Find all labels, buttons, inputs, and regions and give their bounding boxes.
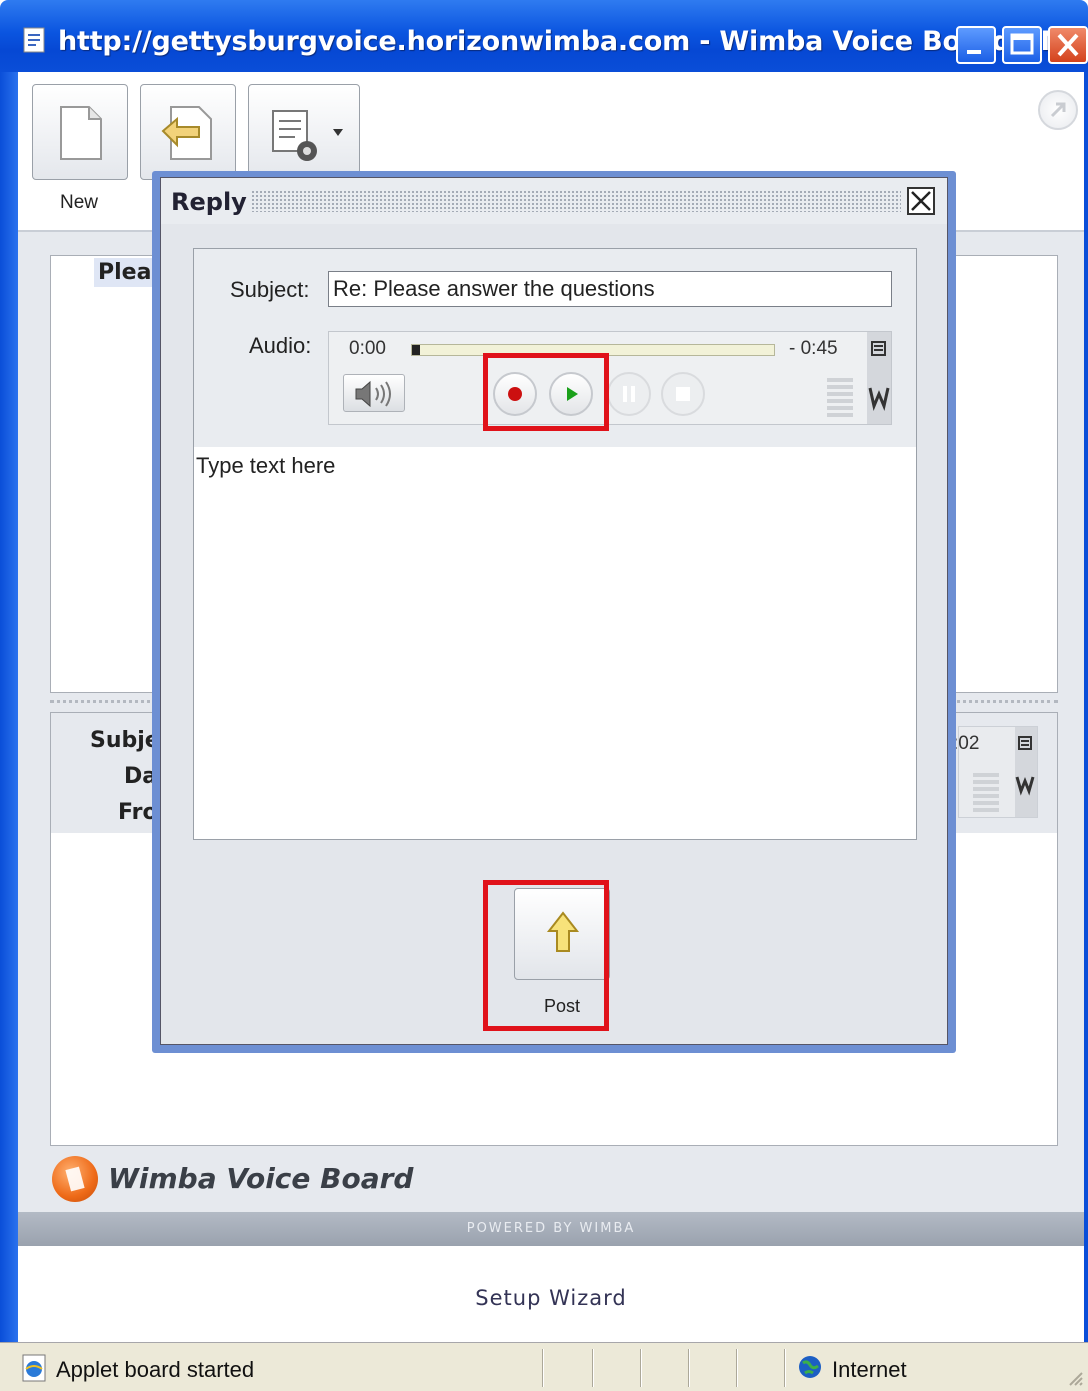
- setup-wizard-link[interactable]: Setup Wizard: [18, 1286, 1084, 1310]
- speaker-icon: [355, 380, 391, 408]
- reply-dialog-titlebar[interactable]: Reply: [161, 178, 947, 224]
- page-icon: [23, 27, 45, 53]
- volume-button[interactable]: [343, 374, 405, 412]
- stop-icon: [676, 387, 690, 401]
- highlight-post: [483, 880, 609, 1031]
- wimba-logo-icon: [52, 1156, 98, 1202]
- message-text-placeholder: Type text here: [196, 453, 336, 478]
- minimize-icon: [967, 50, 981, 54]
- highlight-record-play: [483, 353, 609, 431]
- status-separator: [640, 1349, 642, 1387]
- subject-label: Subject:: [230, 277, 310, 302]
- reply-form: Subject: Re: Please answer the questions…: [193, 248, 917, 840]
- audio-time-remaining: - 0:45: [789, 338, 838, 359]
- detail-level-meter: [973, 773, 999, 813]
- new-button-label: New: [60, 192, 99, 213]
- detail-subject-label: Subje: [90, 728, 160, 753]
- pause-button[interactable]: [607, 372, 651, 416]
- reply-button[interactable]: [140, 84, 236, 180]
- reply-icon: [161, 106, 212, 160]
- status-message: Applet board started: [56, 1357, 255, 1382]
- audio-level-meter: [827, 378, 853, 418]
- window-titlebar: http://gettysburgvoice.horizonwimba.com …: [0, 0, 1088, 72]
- wimba-w-icon: [868, 387, 890, 411]
- message-text-area[interactable]: Type text here: [194, 447, 916, 839]
- status-separator: [784, 1349, 786, 1387]
- audio-progress-fill: [412, 345, 420, 355]
- detail-audio-time: :02: [953, 733, 980, 754]
- minimize-button[interactable]: [956, 26, 996, 64]
- dialog-close-button[interactable]: [907, 187, 935, 215]
- menu-list-icon[interactable]: [867, 332, 891, 366]
- status-separator: [542, 1349, 544, 1387]
- player-sidebar: [867, 332, 891, 424]
- window-title: http://gettysburgvoice.horizonwimba.com …: [58, 26, 1088, 57]
- powered-by-banner: POWERED BY WIMBA: [18, 1212, 1084, 1246]
- audio-player: 0:00 - 0:45: [328, 331, 892, 425]
- status-separator: [592, 1349, 594, 1387]
- detail-audio-player[interactable]: :02: [953, 726, 1038, 818]
- close-icon: [1057, 33, 1079, 57]
- new-document-icon: [60, 106, 102, 160]
- dialog-title: Reply: [171, 188, 247, 216]
- audio-time-current: 0:00: [349, 338, 386, 359]
- status-separator: [736, 1349, 738, 1387]
- window-frame-left: [0, 72, 18, 1391]
- close-window-button[interactable]: [1048, 26, 1088, 64]
- status-bar: Applet board started Internet: [0, 1342, 1088, 1391]
- pause-icon: [623, 386, 635, 402]
- security-zone: Internet: [832, 1357, 907, 1382]
- resize-grip-icon[interactable]: [1064, 1367, 1084, 1387]
- maximize-icon: [1010, 33, 1034, 55]
- popout-icon[interactable]: [1038, 90, 1078, 130]
- subject-input[interactable]: Re: Please answer the questions: [328, 271, 892, 307]
- ie-page-icon: [22, 1354, 46, 1382]
- new-button[interactable]: [32, 84, 128, 180]
- detail-player-side: [1015, 727, 1037, 817]
- list-icon: [1018, 736, 1032, 750]
- globe-icon: [799, 1356, 821, 1378]
- audio-label: Audio:: [249, 333, 312, 358]
- options-button[interactable]: [248, 84, 360, 180]
- maximize-button[interactable]: [1002, 26, 1042, 64]
- close-icon: [911, 191, 931, 211]
- wimba-w-icon: [1015, 776, 1035, 796]
- settings-menu-icon: [272, 110, 343, 161]
- stop-button[interactable]: [661, 372, 705, 416]
- wimba-logo-text: Wimba Voice Board: [108, 1162, 414, 1195]
- footer-area: Setup Wizard: [18, 1246, 1084, 1342]
- window-frame-right: [1084, 72, 1088, 1391]
- titlebar-pattern: [251, 190, 901, 212]
- status-separator: [688, 1349, 690, 1387]
